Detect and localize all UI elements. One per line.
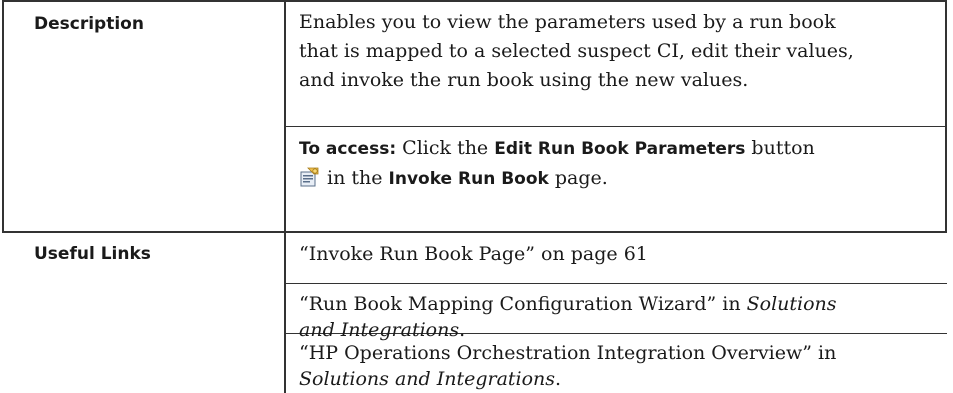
description-line-1: Enables you to view the parameters used … <box>299 11 836 33</box>
description-paragraph: Enables you to view the parameters used … <box>299 8 854 95</box>
access-label: To access: <box>299 139 397 159</box>
column-divider <box>284 0 286 393</box>
table-top-border <box>2 0 947 2</box>
button-name: Edit Run Book Parameters <box>494 139 746 159</box>
links-divider-1 <box>285 283 947 284</box>
access-line-1: To access: Click the Edit Run Book Param… <box>299 137 815 159</box>
access-line-2: in the Invoke Run Book page. <box>299 164 815 194</box>
link-3[interactable]: “HP Operations Orchestration Integration… <box>299 340 836 392</box>
row-divider <box>2 231 947 233</box>
description-line-3: and invoke the run book using the new va… <box>299 69 749 91</box>
link-1[interactable]: “Invoke Run Book Page” on page 61 <box>299 240 648 269</box>
access-paragraph: To access: Click the Edit Run Book Param… <box>299 134 815 194</box>
row-label-description: Description <box>34 14 144 34</box>
page-name: Invoke Run Book <box>388 169 549 189</box>
description-line-2: that is mapped to a selected suspect CI,… <box>299 40 854 62</box>
link-2[interactable]: “Run Book Mapping Configuration Wizard” … <box>299 291 837 343</box>
edit-parameters-icon <box>299 166 321 188</box>
table-right-border <box>945 0 947 233</box>
table-left-border <box>2 0 4 233</box>
description-divider <box>285 126 947 127</box>
reference-table: Description Enables you to view the para… <box>0 0 953 393</box>
row-label-useful-links: Useful Links <box>34 244 151 264</box>
